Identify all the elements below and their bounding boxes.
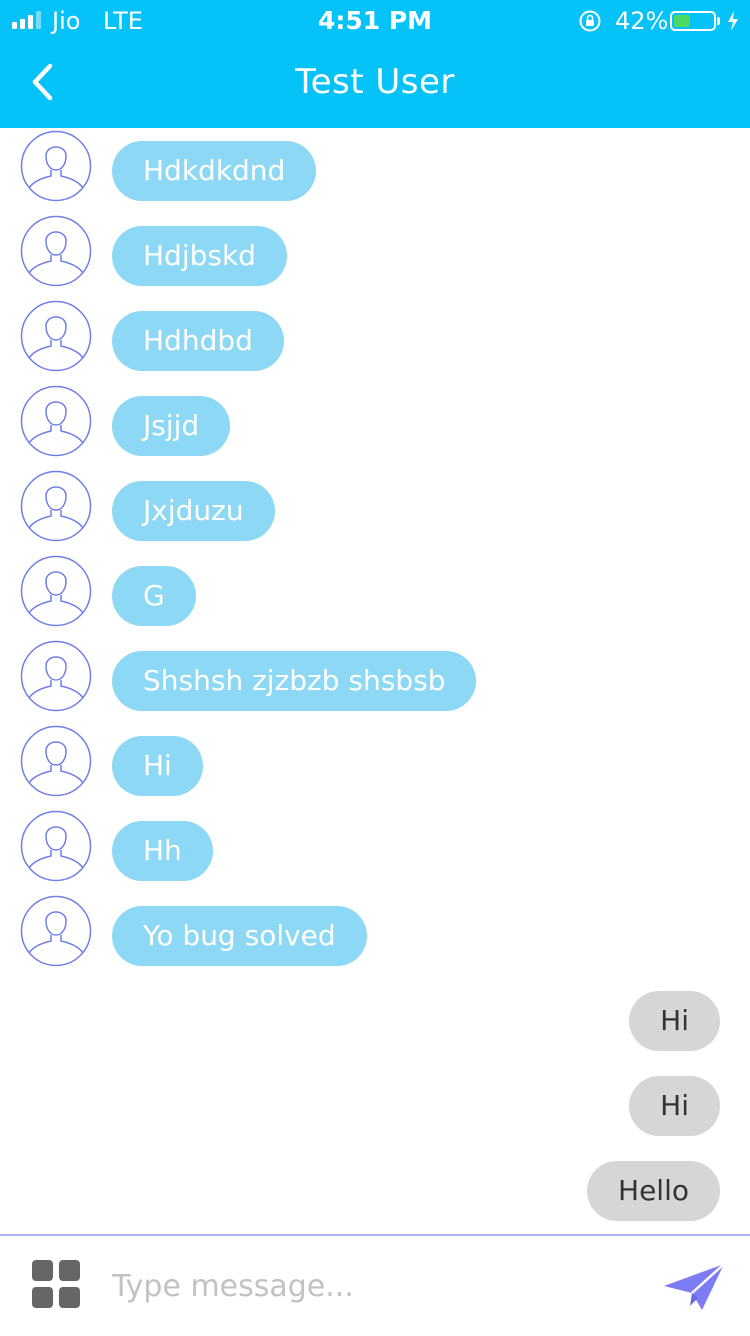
incoming-message-bubble[interactable]: Shshsh zjzbzb shsbsb <box>112 651 477 711</box>
incoming-message-bubble[interactable]: Hh <box>112 821 213 881</box>
incoming-message-row: G <box>0 555 750 629</box>
grid-icon[interactable] <box>32 1260 80 1308</box>
avatar-icon[interactable] <box>20 300 92 372</box>
incoming-message-bubble[interactable]: Hdkdkdnd <box>112 141 317 201</box>
outgoing-message-bubble[interactable]: Hi <box>629 1076 720 1136</box>
avatar-icon[interactable] <box>20 640 92 712</box>
avatar-icon[interactable] <box>20 555 92 627</box>
status-bar: Jio LTE 4:51 PM 42% <box>0 0 750 42</box>
avatar-icon[interactable] <box>20 895 92 967</box>
battery-percent: 42% <box>615 7 669 35</box>
avatar-icon[interactable] <box>20 385 92 457</box>
outgoing-message-bubble[interactable]: Hi <box>629 991 720 1051</box>
incoming-message-row: Hh <box>0 810 750 884</box>
avatar-icon[interactable] <box>20 470 92 542</box>
incoming-message-bubble[interactable]: Jxjduzu <box>112 481 275 541</box>
avatar-icon[interactable] <box>20 810 92 882</box>
battery-tip <box>717 17 720 25</box>
incoming-message-bubble[interactable]: Hdjbskd <box>112 226 287 286</box>
incoming-message-bubble[interactable]: Yo bug solved <box>112 906 367 966</box>
incoming-message-row: Hdkdkdnd <box>0 130 750 204</box>
incoming-message-row: Yo bug solved <box>0 895 750 969</box>
incoming-message-row: Jxjduzu <box>0 470 750 544</box>
orientation-lock-icon <box>579 10 601 32</box>
incoming-message-bubble[interactable]: Jsjjd <box>112 396 231 456</box>
incoming-message-bubble[interactable]: Hi <box>112 736 203 796</box>
outgoing-message-bubble[interactable]: Hello <box>587 1161 720 1221</box>
chat-title: Test User <box>295 62 455 102</box>
incoming-message-row: Jsjjd <box>0 385 750 459</box>
app-header: Jio LTE 4:51 PM 42% Test User <box>0 0 750 128</box>
message-composer <box>0 1234 750 1336</box>
send-plane-icon[interactable] <box>662 1262 726 1312</box>
incoming-message-row: Hdjbskd <box>0 215 750 289</box>
charging-bolt-icon <box>728 11 738 31</box>
avatar-icon[interactable] <box>20 215 92 287</box>
battery-icon <box>670 11 716 31</box>
incoming-message-bubble[interactable]: G <box>112 566 196 626</box>
incoming-message-row: Hdhdbd <box>0 300 750 374</box>
avatar-icon[interactable] <box>20 130 92 202</box>
incoming-message-row: Shshsh zjzbzb shsbsb <box>0 640 750 714</box>
avatar-icon[interactable] <box>20 725 92 797</box>
incoming-message-row: Hi <box>0 725 750 799</box>
message-input[interactable] <box>110 1258 634 1314</box>
incoming-message-bubble[interactable]: Hdhdbd <box>112 311 284 371</box>
